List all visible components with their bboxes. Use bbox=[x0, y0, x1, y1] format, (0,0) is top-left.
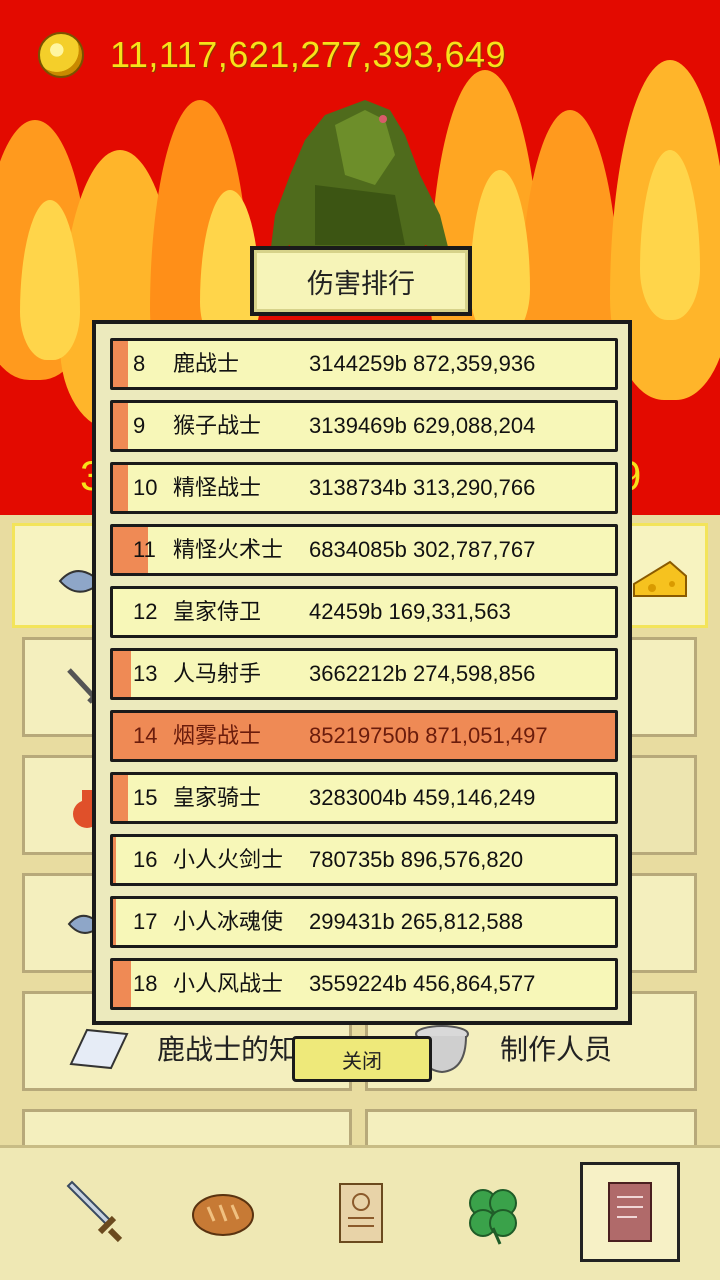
nav-clover-button[interactable] bbox=[448, 1168, 538, 1258]
ranking-rank: 18 bbox=[133, 971, 158, 996]
ranking-score: 3559224b 456,864,577 bbox=[309, 971, 536, 996]
ranking-row[interactable]: 12 皇家侍卫 42459b 169,331,563 bbox=[110, 586, 618, 638]
nav-scroll-button[interactable] bbox=[316, 1168, 406, 1258]
gold-coin-icon bbox=[38, 32, 84, 78]
credits-tile-label: 制作人员 bbox=[500, 1034, 613, 1065]
ranking-rank: 13 bbox=[133, 661, 158, 686]
ranking-score: 299431b 265,812,588 bbox=[309, 909, 524, 934]
ranking-score: 85219750b 871,051,497 bbox=[309, 723, 548, 748]
ranking-name: 烟雾战士 bbox=[173, 723, 262, 748]
nav-bread-button[interactable] bbox=[178, 1168, 268, 1258]
ranking-rank: 11 bbox=[133, 537, 156, 562]
ranking-rank: 8 bbox=[133, 351, 146, 376]
ranking-score: 42459b 169,331,563 bbox=[309, 599, 511, 624]
ranking-row[interactable]: 16 小人火剑士 780735b 896,576,820 bbox=[110, 834, 618, 886]
ranking-score: 3138734b 313,290,766 bbox=[309, 475, 536, 500]
ranking-score: 6834085b 302,787,767 bbox=[309, 537, 536, 562]
sword-icon bbox=[66, 1180, 123, 1243]
ranking-rank: 9 bbox=[133, 413, 146, 438]
ranking-name: 小人火剑士 bbox=[173, 847, 284, 872]
ranking-row[interactable]: 15 皇家骑士 3283004b 459,146,249 bbox=[110, 772, 618, 824]
bread-icon bbox=[192, 1194, 254, 1236]
dialog-title: 伤害排行 bbox=[307, 268, 415, 299]
ranking-score: 3283004b 459,146,249 bbox=[309, 785, 536, 810]
damage-bar bbox=[113, 403, 129, 449]
ranking-row[interactable]: 18 小人风战士 3559224b 456,864,577 bbox=[110, 958, 618, 1010]
damage-bar bbox=[113, 341, 129, 387]
ranking-name: 精怪战士 bbox=[173, 475, 262, 500]
cheese-icon bbox=[633, 560, 687, 597]
scroll-icon bbox=[339, 1183, 383, 1243]
gold-counter: 11,117,621,277,393,649 bbox=[38, 30, 506, 80]
ranking-rank: 10 bbox=[133, 475, 158, 500]
clover-icon bbox=[469, 1189, 517, 1245]
open-book-icon bbox=[69, 1028, 129, 1070]
ranking-name: 小人冰魂使 bbox=[173, 909, 284, 934]
ranking-name: 皇家侍卫 bbox=[173, 599, 262, 624]
ranking-rank: 14 bbox=[133, 723, 158, 748]
ranking-score: 3144259b 872,359,936 bbox=[309, 351, 536, 376]
ranking-row[interactable]: 10 精怪战士 3138734b 313,290,766 bbox=[110, 462, 618, 514]
damage-bar bbox=[113, 775, 129, 821]
nav-sword-button[interactable] bbox=[48, 1168, 138, 1258]
ranking-rank: 16 bbox=[133, 847, 158, 872]
ranking-score: 3139469b 629,088,204 bbox=[309, 413, 536, 438]
ranking-row[interactable]: 14 烟雾战士 85219750b 871,051,497 bbox=[110, 710, 618, 762]
damage-bar bbox=[113, 899, 116, 945]
ranking-name: 人马射手 bbox=[173, 661, 262, 686]
close-button[interactable]: 关闭 bbox=[292, 1036, 432, 1082]
damage-bar bbox=[113, 837, 116, 883]
dialog-title-plate: 伤害排行 bbox=[250, 246, 472, 316]
ranking-name: 鹿战士 bbox=[173, 351, 240, 376]
ranking-name: 皇家骑士 bbox=[173, 785, 262, 810]
gold-amount: 11,117,621,277,393,649 bbox=[110, 34, 507, 75]
ranking-rank: 15 bbox=[133, 785, 158, 810]
ranking-name: 精怪火术士 bbox=[173, 537, 284, 562]
damage-bar bbox=[113, 651, 131, 697]
damage-bar bbox=[113, 465, 129, 511]
ranking-name: 猴子战士 bbox=[173, 413, 262, 438]
ranking-row[interactable]: 11 精怪火术士 6834085b 302,787,767 bbox=[110, 524, 618, 576]
book-icon bbox=[608, 1182, 652, 1242]
damage-bar bbox=[113, 961, 131, 1007]
bottom-nav bbox=[0, 1145, 720, 1280]
ranking-row[interactable]: 13 人马射手 3662212b 274,598,856 bbox=[110, 648, 618, 700]
damage-ranking-dialog: 8 鹿战士 3144259b 872,359,936 9 猴子战士 3139469b 62… bbox=[92, 320, 632, 1025]
ranking-row[interactable]: 8 鹿战士 3144259b 872,359,936 bbox=[110, 338, 618, 390]
ranking-row[interactable]: 17 小人冰魂使 299431b 265,812,588 bbox=[110, 896, 618, 948]
ranking-name: 小人风战士 bbox=[173, 971, 284, 996]
ranking-row[interactable]: 9 猴子战士 3139469b 629,088,204 bbox=[110, 400, 618, 452]
nav-book-button[interactable] bbox=[580, 1162, 680, 1262]
ranking-score: 780735b 896,576,820 bbox=[309, 847, 524, 872]
ranking-score: 3662212b 274,598,856 bbox=[309, 661, 536, 686]
ranking-rank: 17 bbox=[133, 909, 158, 934]
close-button-label: 关闭 bbox=[342, 1048, 382, 1073]
ranking-rank: 12 bbox=[133, 599, 158, 624]
